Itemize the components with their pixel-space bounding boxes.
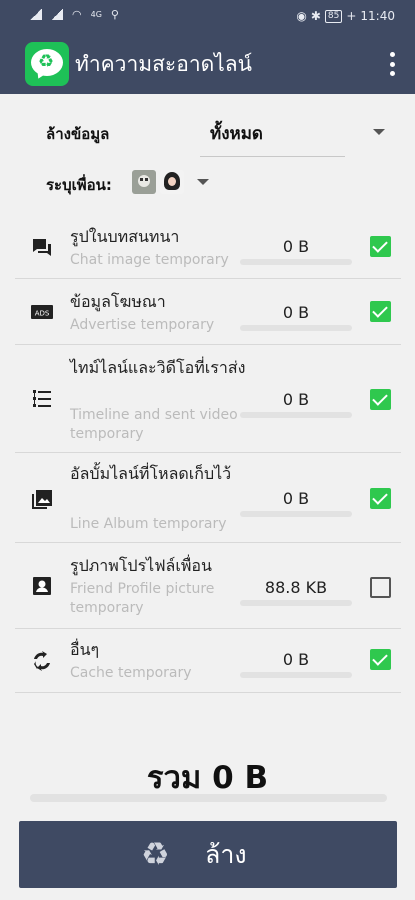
- item-size: 0 B: [282, 650, 310, 669]
- item-progress: [240, 511, 352, 517]
- list-item: รูปภาพโปรไฟล์เพื่อน Friend Profile pictu…: [0, 552, 415, 628]
- friend-avatar-2[interactable]: [160, 170, 184, 194]
- eye-icon: ◉: [296, 9, 307, 23]
- app-bar: ♻ ทำความสะอาดไลน์: [0, 34, 415, 94]
- app-logo-icon: ♻: [25, 42, 69, 86]
- divider: [15, 628, 401, 629]
- divider: [15, 278, 401, 279]
- list-item: รูปในบทสนทนา Chat image temporary 0 B: [0, 222, 415, 278]
- item-title: อื่นๆ: [70, 640, 100, 659]
- signal-icon: [30, 9, 42, 20]
- divider: [15, 452, 401, 453]
- chat-icon: [30, 236, 54, 260]
- item-progress: [240, 412, 352, 418]
- clock: 11:40: [360, 9, 395, 23]
- item-subtitle: Line Album temporary: [70, 516, 227, 532]
- profile-icon: [30, 574, 54, 598]
- recycle-icon: ♻: [141, 835, 170, 873]
- item-checkbox[interactable]: [370, 389, 391, 410]
- item-checkbox[interactable]: [370, 301, 391, 322]
- dropdown-underline: [200, 156, 345, 157]
- overflow-menu-icon[interactable]: [389, 52, 395, 76]
- list-item: อัลบั้มไลน์ที่โหลดเก็บไว้ Line Album tem…: [0, 460, 415, 538]
- clean-button[interactable]: ♻ ล้าง: [19, 821, 397, 888]
- usb-icon: ⚲: [110, 8, 119, 21]
- item-checkbox[interactable]: [370, 236, 391, 257]
- list-fade: [0, 702, 415, 732]
- list-item: อื่นๆ Cache temporary 0 B: [0, 636, 415, 692]
- divider: [15, 344, 401, 345]
- network-type: 4G: [90, 10, 102, 19]
- list-item: ADS ข้อมูลโฆษณา Advertise temporary 0 B: [0, 288, 415, 344]
- item-title: อัลบั้มไลน์ที่โหลดเก็บไว้: [70, 464, 232, 483]
- item-title: ข้อมูลโฆษณา: [70, 292, 166, 311]
- item-subtitle: Cache temporary: [70, 665, 192, 681]
- app-title: ทำความสะอาดไลน์: [75, 52, 253, 76]
- cache-icon: [30, 649, 54, 673]
- bluetooth-icon: ✱: [310, 9, 321, 23]
- friend-dropdown-arrow-icon[interactable]: [197, 179, 209, 185]
- status-bar: ◠ 4G ⚲ ◉ ✱ 85 + 11:40: [0, 0, 415, 34]
- ads-icon: ADS: [30, 300, 54, 324]
- item-size: 0 B: [282, 390, 310, 409]
- item-checkbox[interactable]: [370, 577, 391, 598]
- item-size: 88.8 KB: [264, 578, 328, 597]
- battery-icon: 85: [324, 9, 343, 23]
- item-checkbox[interactable]: [370, 488, 391, 509]
- item-subtitle: Advertise temporary: [70, 317, 215, 333]
- friend-avatar-1[interactable]: [132, 170, 156, 194]
- friend-label: ระบุเพื่อน:: [46, 176, 112, 194]
- wifi-icon: ◠: [72, 8, 82, 21]
- item-size: 0 B: [282, 303, 310, 322]
- divider: [15, 542, 401, 543]
- item-size: 0 B: [282, 489, 310, 508]
- divider: [15, 692, 401, 693]
- clear-data-dropdown[interactable]: ทั้งหมด: [210, 120, 263, 147]
- item-progress: [240, 672, 352, 678]
- item-title: รูปภาพโปรไฟล์เพื่อน: [70, 556, 212, 575]
- status-left: ◠ 4G ⚲: [30, 8, 119, 21]
- item-progress: [240, 259, 352, 265]
- item-progress: [240, 325, 352, 331]
- clean-button-label: ล้าง: [205, 840, 247, 869]
- item-title: รูปในบทสนทนา: [70, 227, 180, 246]
- item-subtitle: Friend Profile picture temporary: [70, 581, 215, 616]
- item-checkbox[interactable]: [370, 649, 391, 670]
- svg-text:ADS: ADS: [35, 310, 50, 318]
- item-subtitle: Timeline and sent video temporary: [70, 407, 238, 442]
- item-title: ไทม์ไลน์และวิดีโอที่เราส่ง: [70, 358, 246, 377]
- list-item: ไทม์ไลน์และวิดีโอที่เราส่ง Timeline and …: [0, 354, 415, 450]
- clear-data-label: ล้างข้อมูล: [46, 125, 110, 143]
- dropdown-arrow-icon[interactable]: [373, 129, 385, 135]
- album-icon: [30, 487, 54, 511]
- charging-icon: +: [346, 9, 357, 23]
- timeline-icon: [30, 386, 54, 410]
- item-subtitle: Chat image temporary: [70, 252, 229, 268]
- item-size: 0 B: [282, 237, 310, 256]
- signal-icon-2: [51, 9, 63, 20]
- status-right: ◉ ✱ 85 + 11:40: [296, 9, 395, 23]
- total-progress: [30, 794, 387, 802]
- item-progress: [240, 600, 352, 606]
